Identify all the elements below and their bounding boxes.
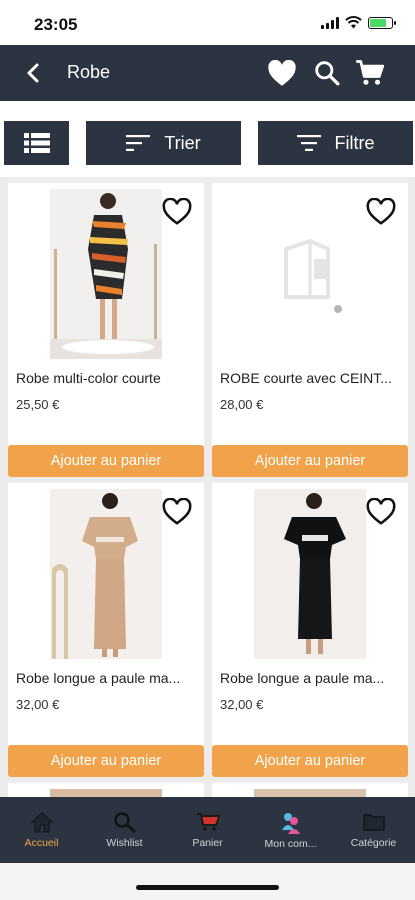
home-indicator[interactable] [136, 885, 279, 890]
nav-item-panier[interactable]: Panier [166, 797, 249, 863]
back-icon[interactable] [22, 59, 46, 87]
product-card[interactable] [8, 783, 204, 797]
bottom-nav: Accueil Wishlist Panier Mon com... Catég… [0, 797, 415, 863]
favorite-heart-icon[interactable] [162, 498, 192, 526]
product-name[interactable]: ROBE courte avec CEINT... [220, 370, 404, 386]
filter-label: Filtre [334, 132, 375, 153]
product-name[interactable]: Robe longue a paule ma... [16, 670, 200, 686]
search-icon [113, 812, 135, 833]
wifi-icon [345, 16, 362, 29]
product-price: 32,00 € [16, 697, 60, 712]
product-card[interactable] [212, 783, 408, 797]
product-grid: Robe multi-color courte 25,50 € Ajouter … [0, 177, 415, 797]
product-price: 32,00 € [220, 697, 264, 712]
app-header: Robe [0, 45, 415, 101]
nav-label: Panier [192, 837, 223, 849]
product-name[interactable]: Robe longue a paule ma... [220, 670, 404, 686]
product-card[interactable]: Robe longue a paule ma... 32,00 € Ajoute… [212, 483, 408, 777]
product-price: 28,00 € [220, 397, 264, 412]
product-image-placeholder[interactable] [254, 189, 366, 359]
nav-label: Mon com... [264, 838, 317, 850]
nav-item-mon-compte[interactable]: Mon com... [249, 797, 332, 863]
product-card[interactable]: ROBE courte avec CEINT... 28,00 € Ajoute… [212, 183, 408, 477]
add-to-cart-button[interactable]: Ajouter au panier [8, 445, 204, 477]
signal-icon [321, 16, 339, 29]
product-image[interactable] [50, 489, 162, 659]
product-image[interactable] [50, 189, 162, 359]
cart-icon [196, 813, 220, 831]
nav-item-accueil[interactable]: Accueil [0, 797, 83, 863]
sort-button[interactable]: Trier [86, 121, 241, 165]
search-icon[interactable] [311, 58, 343, 88]
product-image[interactable] [254, 489, 366, 659]
nav-label: Catégorie [350, 837, 397, 849]
filter-icon [296, 135, 321, 151]
nav-item-wishlist[interactable]: Wishlist [83, 797, 166, 863]
product-image[interactable] [254, 789, 366, 797]
home-indicator-area [0, 863, 415, 900]
product-image[interactable] [50, 789, 162, 797]
product-price: 25,50 € [16, 397, 60, 412]
battery-icon [368, 16, 396, 29]
folder-icon [362, 814, 385, 831]
filter-bar: Trier Filtre [0, 101, 415, 177]
cart-icon[interactable] [354, 58, 386, 88]
add-to-cart-button[interactable]: Ajouter au panier [212, 445, 408, 477]
list-icon [23, 133, 50, 153]
sort-label: Trier [164, 132, 201, 153]
sort-icon [126, 135, 151, 151]
filter-button[interactable]: Filtre [258, 121, 413, 165]
account-icon [281, 813, 300, 834]
status-icons [321, 16, 396, 29]
nav-label: Accueil [24, 837, 59, 849]
status-time: 23:05 [34, 15, 78, 34]
add-to-cart-button[interactable]: Ajouter au panier [8, 745, 204, 777]
status-bar: 23:05 [0, 0, 415, 45]
list-view-button[interactable] [4, 121, 69, 165]
home-icon [30, 812, 53, 833]
product-card[interactable]: Robe longue a paule ma... 32,00 € Ajoute… [8, 483, 204, 777]
favorite-heart-icon[interactable] [366, 498, 396, 526]
nav-label: Wishlist [106, 837, 143, 849]
nav-item-categorie[interactable]: Catégorie [332, 797, 415, 863]
favorite-heart-icon[interactable] [366, 198, 396, 226]
favorite-heart-icon[interactable] [162, 198, 192, 226]
wishlist-heart-icon[interactable] [266, 58, 298, 88]
page-title: Robe [67, 62, 111, 82]
product-name[interactable]: Robe multi-color courte [16, 370, 200, 386]
product-card[interactable]: Robe multi-color courte 25,50 € Ajouter … [8, 183, 204, 477]
add-to-cart-button[interactable]: Ajouter au panier [212, 745, 408, 777]
